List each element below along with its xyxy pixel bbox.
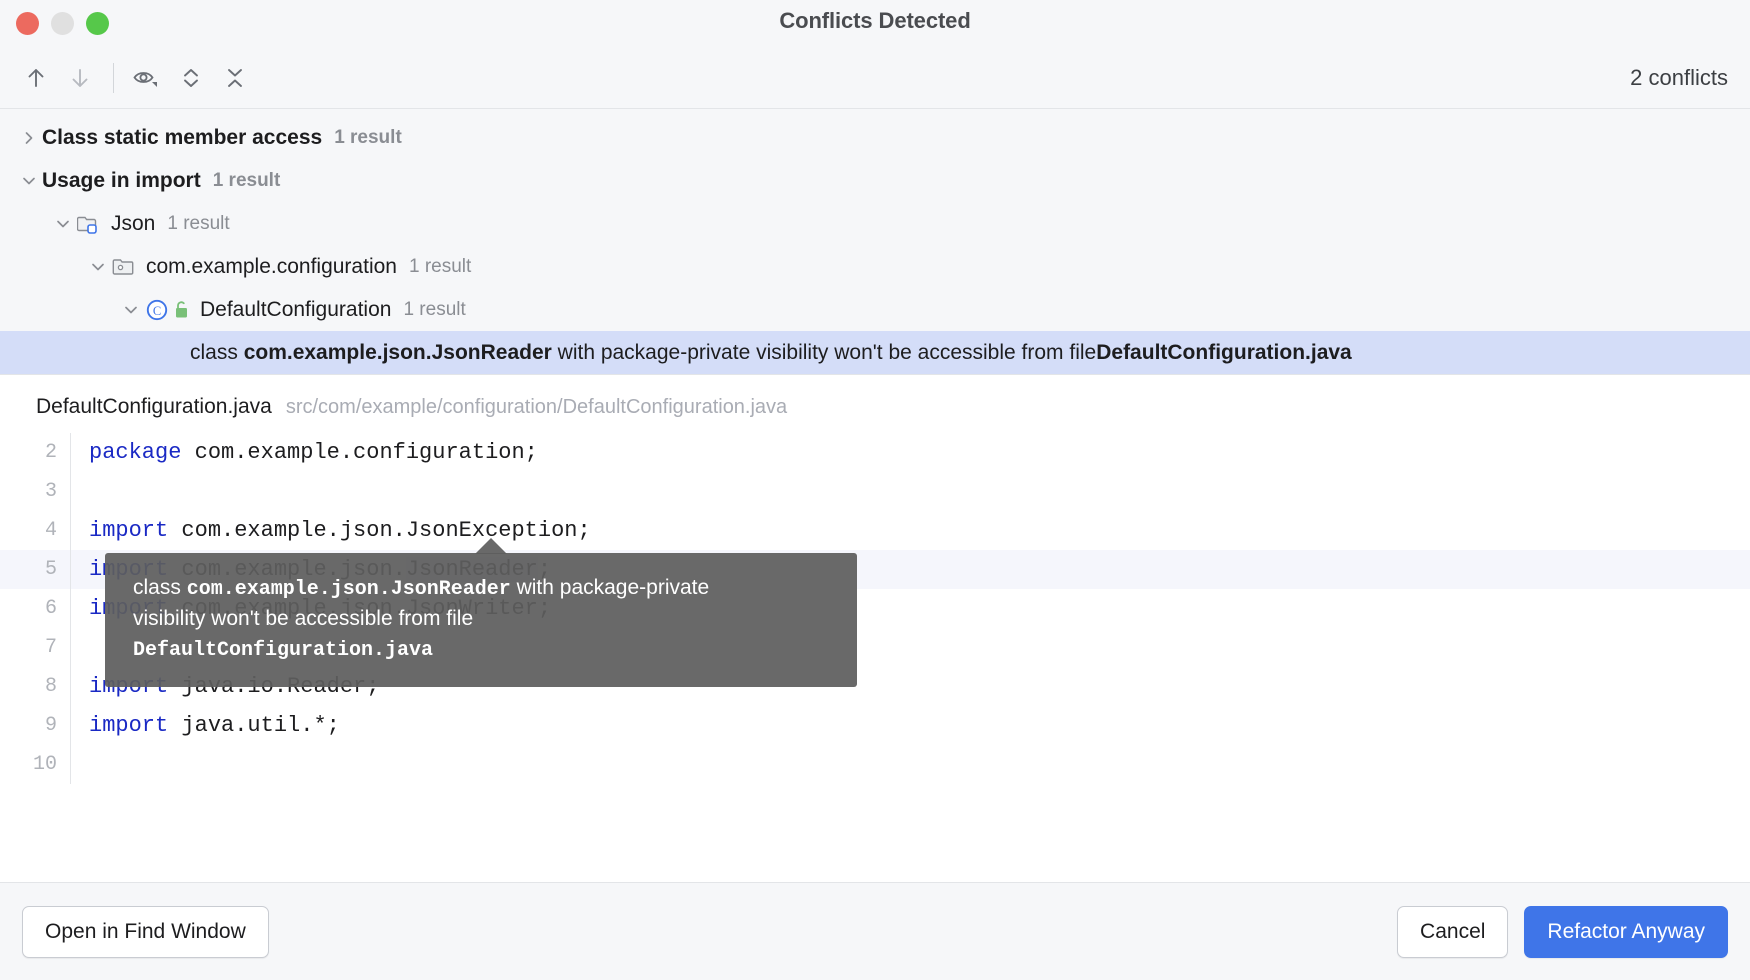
line-number: 6 xyxy=(0,597,70,620)
line-number: 2 xyxy=(0,441,70,464)
code-rest: java.util.*; xyxy=(168,713,340,738)
line-number: 3 xyxy=(0,480,70,503)
code-content: import java.util.*; xyxy=(70,706,1750,745)
toolbar: 2 conflicts xyxy=(0,47,1750,109)
code-content: import com.example.json.JsonException; xyxy=(70,511,1750,550)
collapse-all-icon xyxy=(222,65,248,91)
svg-text:C: C xyxy=(153,304,161,318)
conflict-symbol: com.example.json.JsonReader xyxy=(244,341,552,364)
conflict-message-row[interactable]: class com.example.json.JsonReader with p… xyxy=(0,331,1750,374)
tooltip-suffix: with package-private xyxy=(511,576,709,599)
tree-node-label: Json xyxy=(111,212,155,236)
code-keyword: import xyxy=(89,713,168,738)
file-preview-pane: DefaultConfiguration.java src/com/exampl… xyxy=(0,375,1750,882)
file-preview-header: DefaultConfiguration.java src/com/exampl… xyxy=(0,375,1750,433)
tooltip-file-name: DefaultConfiguration.java xyxy=(133,639,433,662)
code-keyword: package xyxy=(89,440,181,465)
expand-all-button[interactable] xyxy=(169,56,213,100)
tree-node-count: 1 result xyxy=(403,299,465,321)
tree-node-label: Class static member access xyxy=(42,126,322,150)
code-content xyxy=(70,472,1750,511)
conflict-message-text: class com.example.json.JsonReader with p… xyxy=(0,341,1352,365)
open-in-find-window-button[interactable]: Open in Find Window xyxy=(22,906,269,958)
expand-all-icon xyxy=(178,65,204,91)
chevron-down-icon xyxy=(90,259,106,275)
title-bar: Conflicts Detected xyxy=(0,0,1750,47)
tooltip-line-3: DefaultConfiguration.java xyxy=(133,634,829,665)
code-line: 4 import com.example.json.JsonException; xyxy=(0,511,1750,550)
eye-icon xyxy=(132,65,162,91)
window-title: Conflicts Detected xyxy=(0,8,1750,34)
line-number: 10 xyxy=(0,753,70,776)
line-number: 9 xyxy=(0,714,70,737)
code-content: package com.example.configuration; xyxy=(70,433,1750,472)
line-number: 7 xyxy=(0,636,70,659)
line-number: 4 xyxy=(0,519,70,542)
tree-node-class-static-member-access[interactable]: Class static member access 1 result xyxy=(0,116,1750,159)
tree-node-package[interactable]: com.example.configuration 1 result xyxy=(0,245,1750,288)
tree-node-count: 1 result xyxy=(167,213,229,235)
java-class-icon: C xyxy=(144,297,170,323)
tooltip-line-2: visibility won't be accessible from file xyxy=(133,604,829,634)
tooltip-symbol: com.example.json.JsonReader xyxy=(187,578,511,601)
conflict-file: DefaultConfiguration.java xyxy=(1096,341,1352,364)
code-keyword: import xyxy=(89,518,168,543)
disclosure-triangle-expanded[interactable] xyxy=(118,297,144,323)
conflict-tooltip: class com.example.json.JsonReader with p… xyxy=(105,553,857,687)
tree-node-count: 1 result xyxy=(334,127,402,149)
disclosure-triangle-expanded[interactable] xyxy=(50,211,76,237)
chevron-down-icon xyxy=(123,302,139,318)
dialog-footer: Open in Find Window Cancel Refactor Anyw… xyxy=(0,882,1750,980)
collapse-all-button[interactable] xyxy=(213,56,257,100)
disclosure-triangle-collapsed[interactable] xyxy=(16,125,42,151)
line-number: 8 xyxy=(0,675,70,698)
preview-file-path: src/com/example/configuration/DefaultCon… xyxy=(286,396,787,419)
tree-node-count: 1 result xyxy=(213,170,281,192)
code-rest: com.example.configuration; xyxy=(181,440,537,465)
tooltip-pointer xyxy=(475,538,507,554)
code-line: 3 xyxy=(0,472,1750,511)
tree-node-label: com.example.configuration xyxy=(146,255,397,279)
conflicts-dialog: Conflicts Detected xyxy=(0,0,1750,980)
line-number: 5 xyxy=(0,558,70,581)
cancel-button[interactable]: Cancel xyxy=(1397,906,1508,958)
conflict-count-label: 2 conflicts xyxy=(1630,65,1728,91)
arrow-up-icon xyxy=(23,65,49,91)
toolbar-separator xyxy=(113,63,114,93)
conflict-prefix: class xyxy=(190,341,244,364)
chevron-right-icon xyxy=(21,130,37,146)
preview-options-button[interactable] xyxy=(125,56,169,100)
tooltip-prefix: class xyxy=(133,576,187,599)
chevron-down-icon xyxy=(55,216,71,232)
public-unlock-icon xyxy=(172,297,192,323)
tree-node-label: DefaultConfiguration xyxy=(200,298,391,322)
next-occurrence-button[interactable] xyxy=(58,56,102,100)
disclosure-triangle-expanded[interactable] xyxy=(16,168,42,194)
package-folder-icon xyxy=(111,254,137,280)
tree-node-count: 1 result xyxy=(409,256,471,278)
chevron-down-icon xyxy=(21,173,37,189)
arrow-down-icon xyxy=(67,65,93,91)
conflicts-tree: Class static member access 1 result Usag… xyxy=(0,109,1750,375)
code-line: 2 package com.example.configuration; xyxy=(0,433,1750,472)
previous-occurrence-button[interactable] xyxy=(14,56,58,100)
conflict-middle: with package-private visibility won't be… xyxy=(552,341,1096,364)
code-content xyxy=(70,745,1750,784)
disclosure-triangle-expanded[interactable] xyxy=(85,254,111,280)
tooltip-line-1: class com.example.json.JsonReader with p… xyxy=(133,573,829,604)
code-viewer[interactable]: 2 package com.example.configuration; 3 4… xyxy=(0,433,1750,784)
preview-file-name: DefaultConfiguration.java xyxy=(36,395,272,419)
tree-node-usage-in-import[interactable]: Usage in import 1 result xyxy=(0,159,1750,202)
refactor-anyway-button[interactable]: Refactor Anyway xyxy=(1524,906,1728,958)
code-rest: com.example.json.JsonException; xyxy=(168,518,590,543)
code-line: 10 xyxy=(0,745,1750,784)
tree-node-json-module[interactable]: Json 1 result xyxy=(0,202,1750,245)
tree-node-label: Usage in import xyxy=(42,169,201,193)
tree-node-default-configuration-class[interactable]: C DefaultConfiguration 1 result xyxy=(0,288,1750,331)
module-folder-icon xyxy=(76,211,102,237)
code-line: 9 import java.util.*; xyxy=(0,706,1750,745)
